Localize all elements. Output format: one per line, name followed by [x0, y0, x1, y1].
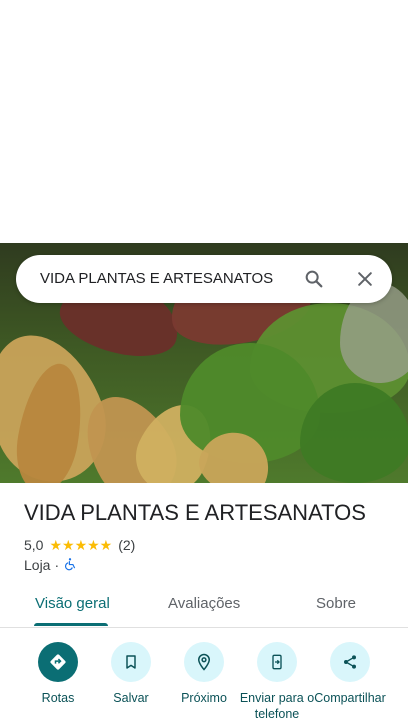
- map-blank-area: [0, 0, 408, 243]
- nearby-icon: [184, 642, 224, 682]
- search-icon[interactable]: [298, 263, 330, 295]
- bookmark-icon: [111, 642, 151, 682]
- tab-about[interactable]: Sobre: [316, 595, 356, 612]
- action-bar: Rotas Salvar Próximo Enviar para o telef…: [0, 640, 408, 726]
- star-rating: ★★★★★: [49, 536, 113, 553]
- rating-row[interactable]: 5,0 ★★★★★ (2): [24, 536, 135, 554]
- share-label: Compartilhar: [314, 691, 386, 705]
- review-count[interactable]: (2): [118, 537, 135, 553]
- directions-button[interactable]: Rotas: [20, 642, 96, 706]
- active-tab-indicator: [34, 623, 108, 626]
- close-icon[interactable]: [349, 263, 381, 295]
- save-button[interactable]: Salvar: [93, 642, 169, 706]
- search-bar[interactable]: VIDA PLANTAS E ARTESANATOS: [16, 255, 392, 303]
- place-title: VIDA PLANTAS E ARTESANATOS: [24, 500, 366, 525]
- rating-value: 5,0: [24, 537, 44, 553]
- send-to-phone-label: Enviar para o telefone: [239, 691, 315, 721]
- directions-icon: [38, 642, 78, 682]
- share-icon: [330, 642, 370, 682]
- search-query[interactable]: VIDA PLANTAS E ARTESANATOS: [40, 270, 273, 287]
- nearby-label: Próximo: [181, 691, 227, 705]
- save-label: Salvar: [113, 691, 149, 705]
- send-to-phone-button[interactable]: Enviar para o telefone: [239, 642, 315, 722]
- category-row: Loja ·: [24, 556, 77, 574]
- share-button[interactable]: Compartilhar: [312, 642, 388, 722]
- directions-label: Rotas: [41, 691, 75, 705]
- tab-bar: Visão geral Avaliações Sobre: [0, 583, 408, 628]
- tab-reviews[interactable]: Avaliações: [168, 595, 240, 612]
- tab-overview[interactable]: Visão geral: [35, 595, 110, 612]
- separator-dot: ·: [54, 557, 60, 573]
- wheelchair-accessible-icon: [63, 557, 77, 574]
- category-label: Loja: [24, 557, 51, 573]
- send-to-phone-icon: [257, 642, 297, 682]
- nearby-button[interactable]: Próximo: [166, 642, 242, 706]
